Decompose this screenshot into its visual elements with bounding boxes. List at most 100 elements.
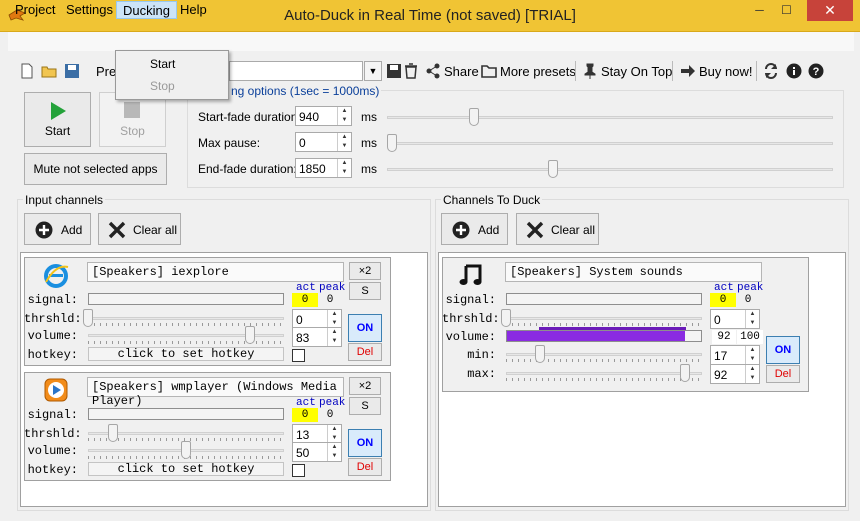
new-file-icon[interactable] (19, 63, 35, 79)
menu-help[interactable]: Help (174, 1, 213, 19)
minimize-button[interactable]: ─ (746, 0, 773, 21)
threshold-value: 13 (296, 428, 310, 442)
open-folder-icon[interactable] (41, 63, 57, 79)
volume-label: volume: (445, 330, 496, 344)
min-slider-thumb[interactable] (535, 345, 545, 363)
input-channel-x2-button[interactable]: ×2 (349, 377, 381, 395)
hotkey-field[interactable]: click to set hotkey (88, 462, 284, 476)
share-button[interactable]: Share (444, 64, 479, 79)
end-fade-slider-thumb[interactable] (548, 160, 558, 178)
threshold-input[interactable]: 0 ▲ ▼ (710, 309, 760, 329)
preset-combo[interactable] (229, 61, 363, 81)
volume-label: volume: (27, 444, 78, 458)
max-input[interactable]: 92 ▲ ▼ (710, 364, 760, 384)
delete-preset-icon[interactable] (403, 63, 419, 79)
hotkey-label: hotkey: (27, 348, 78, 362)
threshold-slider-thumb[interactable] (108, 424, 118, 442)
volume-slider-ticks (88, 341, 284, 344)
menu-ducking[interactable]: Ducking (116, 1, 177, 19)
stop-button[interactable]: Stop (99, 92, 166, 147)
volume-slider-thumb[interactable] (181, 441, 191, 459)
channel-del-button[interactable]: Del (766, 365, 800, 383)
max-pause-input[interactable]: 0 ▲ ▼ (295, 132, 352, 152)
start-button[interactable]: Start (24, 92, 91, 147)
duck-clear-all-button[interactable]: Clear all (516, 213, 599, 245)
channel-on-button[interactable]: ON (766, 336, 800, 364)
menu-item-start[interactable]: Start (150, 57, 175, 75)
threshold-slider-thumb[interactable] (83, 309, 93, 327)
threshold-value: 0 (296, 313, 303, 327)
max-pause-slider[interactable] (387, 142, 833, 145)
stay-on-top-button[interactable]: Stay On Top (601, 64, 672, 79)
input-add-button[interactable]: Add (24, 213, 91, 245)
start-label: Start (44, 124, 71, 138)
max-slider[interactable] (506, 372, 702, 375)
hotkey-checkbox[interactable] (292, 349, 305, 362)
channel-del-button[interactable]: Del (348, 343, 382, 361)
refresh-icon[interactable] (763, 63, 779, 79)
maximize-button[interactable]: ☐ (773, 0, 800, 21)
save-icon[interactable] (64, 63, 80, 79)
input-clear-all-label: Clear all (133, 223, 178, 237)
volume-input[interactable]: 50 ▲ ▼ (292, 442, 342, 462)
save-preset-icon[interactable] (386, 63, 402, 79)
add-icon (452, 221, 470, 239)
menu-project[interactable]: Project (9, 1, 61, 19)
threshold-input[interactable]: 0 ▲ ▼ (292, 309, 342, 329)
preset-dropdown-button[interactable]: ▼ (364, 61, 382, 81)
channel-on-button[interactable]: ON (348, 429, 382, 457)
threshold-input[interactable]: 13 ▲ ▼ (292, 424, 342, 444)
threshold-slider-ticks (506, 323, 702, 326)
share-icon[interactable] (425, 63, 441, 79)
channel-del-button[interactable]: Del (348, 458, 382, 476)
start-fade-input[interactable]: 940 ▲ ▼ (295, 106, 352, 126)
volume-slider-thumb[interactable] (245, 326, 255, 344)
folder-icon[interactable] (481, 63, 497, 79)
threshold-label: thrshld: (24, 427, 82, 441)
input-channel-solo-button[interactable]: S (349, 282, 381, 300)
windows-media-player-icon (44, 378, 68, 402)
min-input[interactable]: 17 ▲ ▼ (710, 345, 760, 365)
more-presets-button[interactable]: More presets (500, 64, 576, 79)
arrow-right-icon[interactable] (680, 63, 696, 79)
menu-item-stop[interactable]: Stop (150, 79, 175, 97)
max-pause-slider-thumb[interactable] (387, 134, 397, 152)
buy-now-button[interactable]: Buy now! (699, 64, 752, 79)
max-pause-label: Max pause: (198, 136, 261, 150)
toolbar-separator (756, 61, 757, 81)
end-fade-input[interactable]: 1850 ▲ ▼ (295, 158, 352, 178)
threshold-slider[interactable] (506, 317, 702, 320)
input-channel-name: [Speakers] iexplore (87, 262, 344, 282)
input-channel-x2-button[interactable]: ×2 (349, 262, 381, 280)
start-fade-slider-thumb[interactable] (469, 108, 479, 126)
input-add-label: Add (61, 223, 83, 237)
threshold-label: thrshld: (442, 312, 500, 326)
input-clear-all-button[interactable]: Clear all (98, 213, 181, 245)
hotkey-checkbox[interactable] (292, 464, 305, 477)
threshold-slider[interactable] (88, 317, 284, 320)
duck-add-button[interactable]: Add (441, 213, 508, 245)
internet-explorer-icon (44, 264, 69, 288)
volume-value: 50 (296, 446, 310, 460)
menu-bar (8, 32, 854, 51)
menu-settings[interactable]: Settings (60, 1, 119, 19)
toolbar-separator (575, 61, 576, 81)
pin-icon[interactable] (582, 63, 598, 79)
end-fade-slider[interactable] (387, 168, 833, 171)
signal-label: signal: (445, 293, 496, 307)
threshold-slider-thumb[interactable] (501, 309, 511, 327)
svg-text:?: ? (813, 66, 820, 78)
min-label: min: (467, 348, 496, 362)
start-fade-slider[interactable] (387, 116, 833, 119)
volume-input[interactable]: 83 ▲ ▼ (292, 327, 342, 347)
mute-not-selected-apps-button[interactable]: Mute not selected apps (24, 153, 167, 185)
info-icon[interactable] (786, 63, 802, 79)
hotkey-field[interactable]: click to set hotkey (88, 347, 284, 361)
max-slider-thumb[interactable] (680, 364, 690, 382)
max-slider-ticks (506, 378, 702, 381)
close-button[interactable]: ✕ (807, 0, 853, 21)
help-icon[interactable]: ? (808, 63, 824, 79)
input-channel-solo-button[interactable]: S (349, 397, 381, 415)
channel-on-button[interactable]: ON (348, 314, 382, 342)
volume-label: volume: (27, 329, 78, 343)
